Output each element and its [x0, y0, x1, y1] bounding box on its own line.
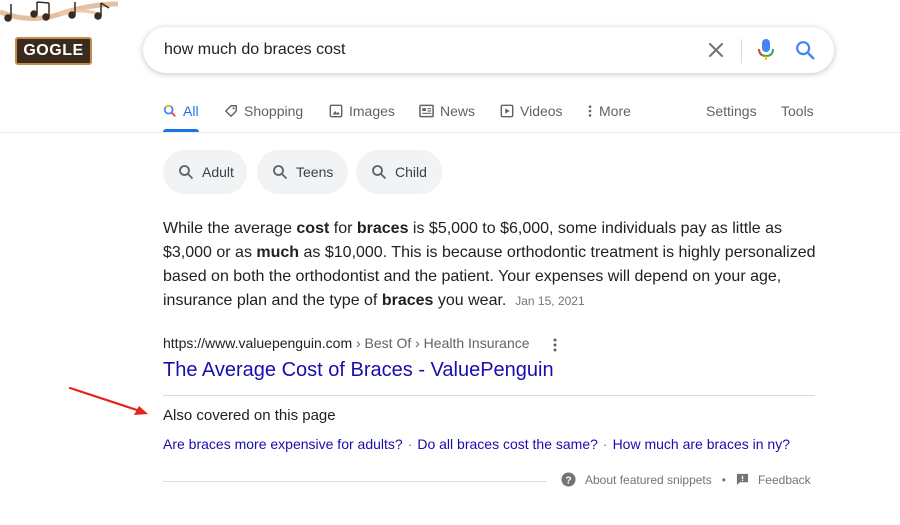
chip-label: Adult: [202, 164, 234, 180]
svg-text:?: ?: [565, 475, 571, 486]
search-input[interactable]: how much do braces cost: [164, 41, 345, 59]
tab-label: Videos: [520, 103, 563, 119]
result-breadcrumb: › Best Of › Health Insurance: [352, 335, 530, 351]
tab-label: News: [440, 103, 476, 119]
image-icon: [329, 104, 343, 118]
search-icon: [163, 104, 176, 117]
chip-label: Teens: [296, 164, 334, 180]
chip-child[interactable]: Child: [356, 150, 442, 194]
tab-all[interactable]: All: [163, 101, 199, 121]
snippet-date: Jan 15, 2021: [515, 294, 585, 308]
annotation-arrow: [68, 386, 148, 415]
play-icon: [500, 104, 514, 118]
feedback-link[interactable]: Feedback: [758, 473, 811, 487]
tab-label: All: [183, 103, 199, 119]
tab-news[interactable]: News: [419, 101, 475, 121]
clear-icon[interactable]: [706, 40, 726, 60]
search-icon: [273, 165, 288, 180]
result-menu-icon[interactable]: [549, 337, 561, 353]
settings-link[interactable]: Settings: [706, 101, 757, 121]
tabs-divider: [0, 132, 900, 133]
link-separator: ·: [602, 436, 608, 452]
logo-text: GOGLE: [23, 42, 84, 59]
tab-label: More: [599, 103, 631, 119]
tab-more[interactable]: More: [587, 101, 631, 121]
chip-adult[interactable]: Adult: [163, 150, 247, 194]
tab-videos[interactable]: Videos: [500, 101, 563, 121]
featured-snippet-text: While the average cost for braces is $5,…: [163, 220, 816, 309]
result-url[interactable]: https://www.valuepenguin.com › Best Of ›…: [163, 335, 530, 351]
feedback-icon: [736, 473, 749, 486]
newspaper-icon: [419, 104, 434, 118]
chip-teens[interactable]: Teens: [257, 150, 348, 194]
result-title-link[interactable]: The Average Cost of Braces - ValuePengui…: [163, 359, 554, 382]
google-doodle-logo[interactable]: GOGLE: [15, 37, 92, 65]
also-covered-link[interactable]: Are braces more expensive for adults?: [163, 436, 403, 452]
search-submit-icon[interactable]: [794, 39, 816, 61]
also-covered-links: Are braces more expensive for adults? · Do…: [163, 436, 790, 452]
doodle-decoration: [0, 1, 119, 22]
tab-label: Images: [349, 103, 395, 119]
tab-shopping[interactable]: Shopping: [224, 101, 303, 121]
more-vert-icon: [588, 105, 592, 117]
chip-label: Child: [395, 164, 427, 180]
snippet-footer: ? About featured snippets • Feedback: [561, 472, 811, 487]
tab-images[interactable]: Images: [329, 101, 395, 121]
search-bar[interactable]: how much do braces cost: [143, 27, 834, 73]
link-separator: ·: [407, 436, 413, 452]
footer-bullet: •: [721, 472, 726, 487]
also-covered-link[interactable]: Do all braces cost the same?: [417, 436, 598, 452]
search-divider: [741, 39, 742, 63]
search-icon: [372, 165, 387, 180]
microphone-icon[interactable]: [756, 38, 776, 62]
tab-label: Shopping: [244, 103, 304, 119]
about-snippets-link[interactable]: About featured snippets: [585, 473, 712, 487]
search-icon: [179, 165, 194, 180]
also-covered-heading: Also covered on this page: [163, 407, 336, 424]
result-divider: [163, 395, 815, 396]
tag-icon: [225, 105, 237, 117]
footer-divider: [163, 481, 547, 482]
help-icon: ?: [561, 472, 576, 487]
also-covered-link[interactable]: How much are braces in ny?: [613, 436, 790, 452]
tools-link[interactable]: Tools: [781, 101, 814, 121]
